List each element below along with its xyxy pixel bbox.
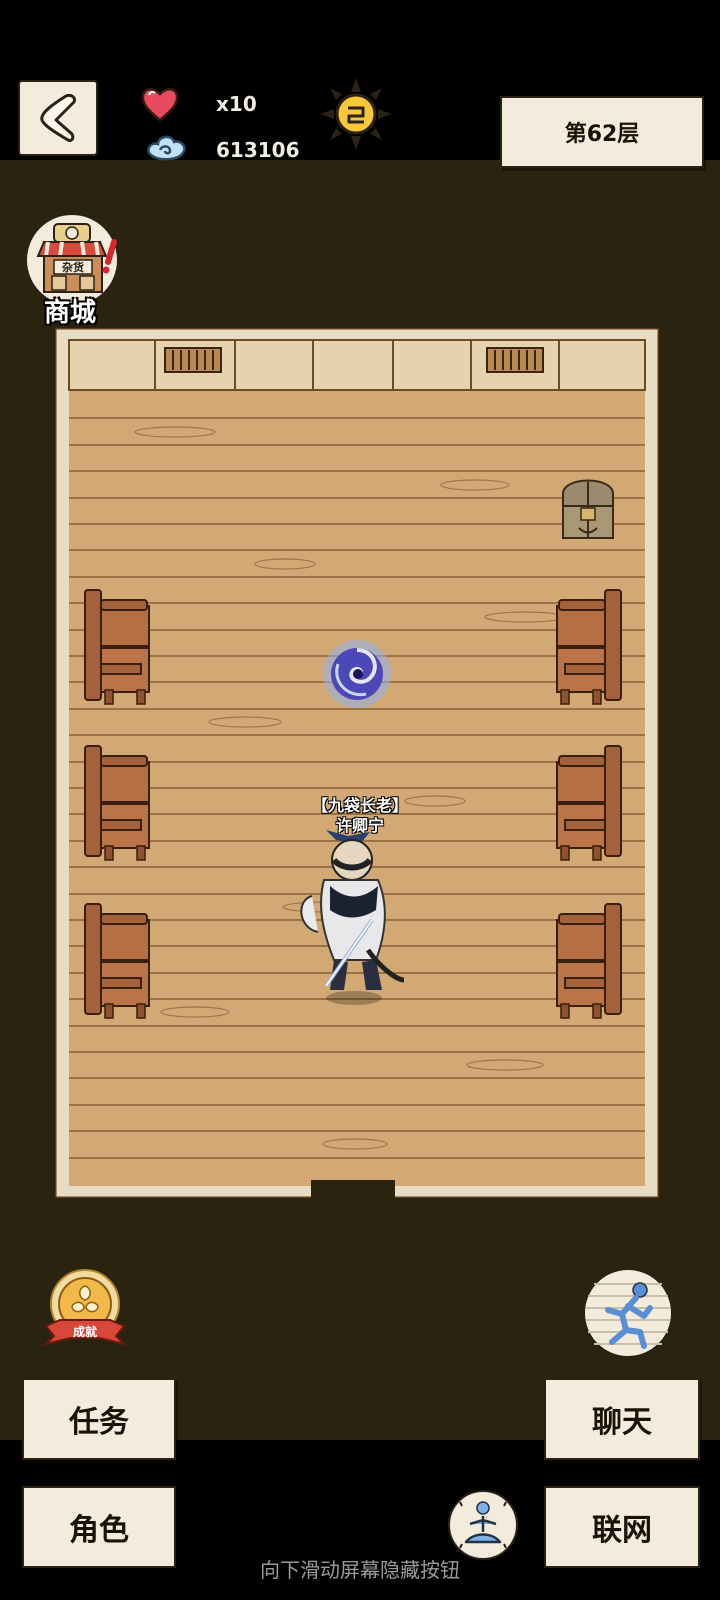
npc-character[interactable] xyxy=(286,830,416,1010)
meditate-icon[interactable] xyxy=(446,1488,520,1562)
room-map xyxy=(55,328,659,1198)
heart-icon xyxy=(141,88,179,122)
shop-label: 商城 xyxy=(44,298,97,328)
back-button[interactable] xyxy=(18,80,98,156)
achievement-ribbon-text: 成就 xyxy=(73,1324,97,1339)
floor-level-label: 第62层 xyxy=(500,96,704,168)
chat-button[interactable]: 聊天 xyxy=(544,1378,700,1460)
chevron-left-icon xyxy=(40,94,76,142)
swipe-hint: 向下滑动屏幕隐藏按钮 xyxy=(260,1558,460,1582)
task-button[interactable]: 任务 xyxy=(22,1378,176,1460)
game-screen: x10 613106 第62层 杂货 商城 【九袋长老】 许卿宁 成就 任务 聊… xyxy=(0,0,720,1600)
hearts-count: x10 xyxy=(216,92,257,116)
shop-sign-text: 杂货 xyxy=(62,260,84,274)
running-man-icon[interactable] xyxy=(578,1268,678,1358)
portal-vortex[interactable] xyxy=(318,634,396,714)
currency-count: 613106 xyxy=(216,138,300,162)
achievement-icon[interactable]: 成就 xyxy=(40,1266,130,1348)
sun-icon[interactable] xyxy=(318,76,394,152)
cloud-swirl-icon xyxy=(147,135,186,161)
